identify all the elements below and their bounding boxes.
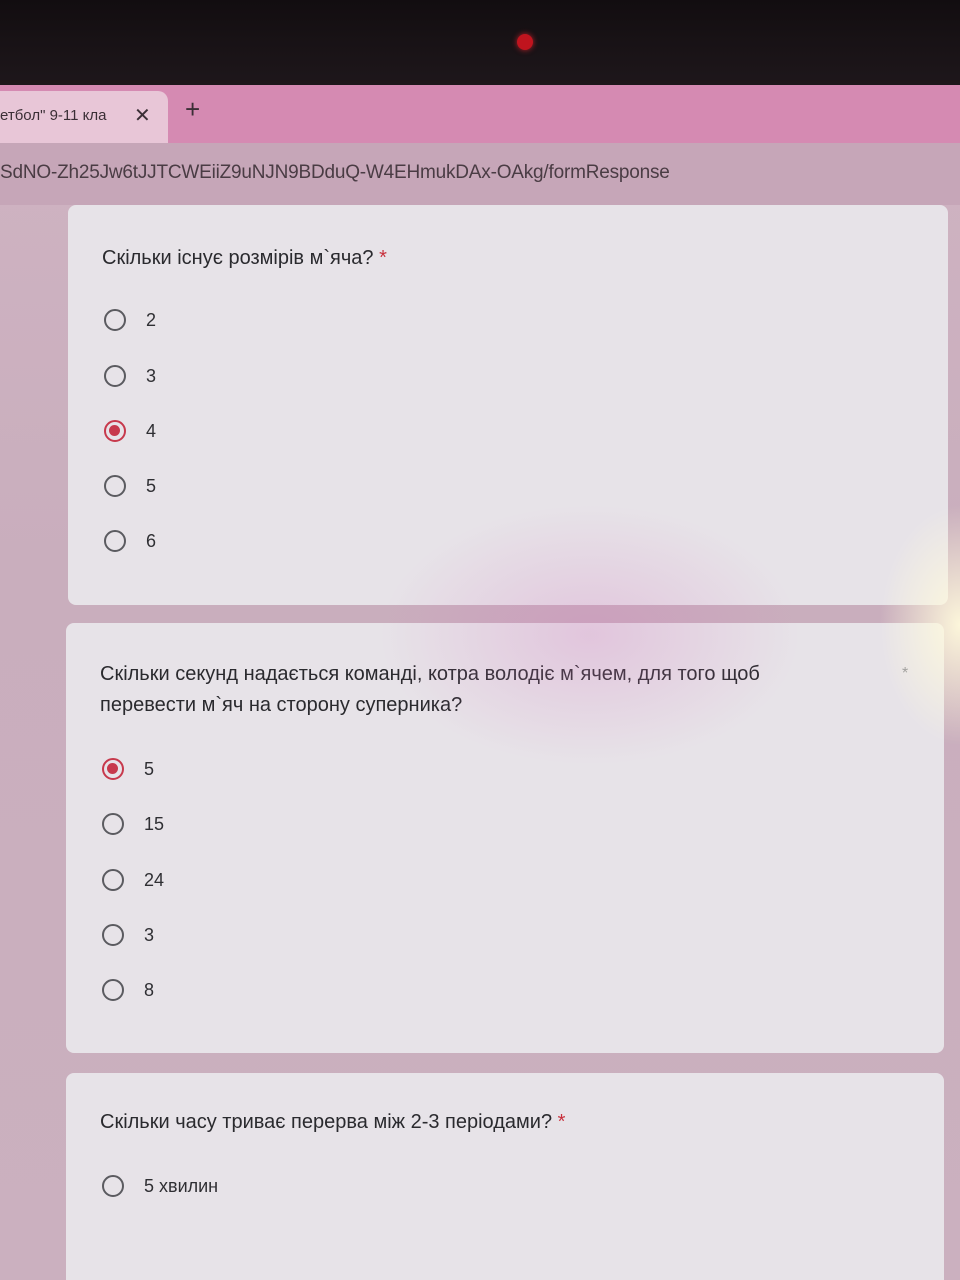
radio-button[interactable] bbox=[102, 924, 124, 946]
laptop-bezel bbox=[0, 0, 960, 85]
question-text-line-2: перевести м`яч на сторону суперника? bbox=[100, 694, 463, 716]
option-radio[interactable]: 15 bbox=[102, 813, 164, 835]
option-label: 5 bbox=[146, 475, 157, 496]
question-card-2: Скільки секунд надається команді, котра … bbox=[66, 623, 944, 1053]
option-label: 5 хвилин bbox=[144, 1175, 219, 1196]
option-radio[interactable]: 3 bbox=[104, 365, 156, 387]
radio-button[interactable] bbox=[102, 1175, 124, 1197]
option-label: 3 bbox=[146, 365, 157, 386]
required-marker: * bbox=[902, 665, 909, 682]
screen: етбол" 9-11 кла ✕ + SdNO-Zh25Jw6tJJTCWEi… bbox=[0, 85, 960, 1280]
question-text-line-1: Скільки секунд надається команді, котра … bbox=[100, 663, 760, 685]
url-text[interactable]: SdNO-Zh25Jw6tJJTCWEiiZ9uNJN9BDduQ-W4EHmu… bbox=[0, 162, 700, 184]
new-tab-button[interactable]: + bbox=[185, 94, 200, 125]
option-radio[interactable]: 3 bbox=[102, 924, 154, 946]
option-radio[interactable]: 5 bbox=[104, 475, 156, 497]
radio-button-checked[interactable] bbox=[102, 758, 124, 780]
option-label: 24 bbox=[144, 869, 165, 890]
radio-button[interactable] bbox=[102, 979, 124, 1001]
address-bar[interactable]: SdNO-Zh25Jw6tJJTCWEiiZ9uNJN9BDduQ-W4EHmu… bbox=[0, 143, 960, 205]
option-radio[interactable]: 5 хвилин bbox=[102, 1175, 218, 1197]
option-label: 4 bbox=[146, 420, 157, 441]
question-card-3: Скільки часу триває перерва між 2-3 пері… bbox=[66, 1073, 944, 1280]
browser-tab-bar: етбол" 9-11 кла ✕ + bbox=[0, 85, 960, 143]
option-radio[interactable]: 2 bbox=[104, 309, 156, 331]
close-tab-icon[interactable]: ✕ bbox=[134, 103, 151, 128]
question-card-1: Скільки існує розмірів м`яча? * 2 3 4 5 … bbox=[68, 205, 948, 605]
option-label: 2 bbox=[146, 309, 157, 330]
question-title-3: Скільки часу триває перерва між 2-3 пері… bbox=[100, 1107, 565, 1138]
radio-button[interactable] bbox=[104, 309, 126, 331]
radio-button[interactable] bbox=[102, 869, 124, 891]
required-marker: * bbox=[557, 1111, 566, 1133]
radio-button-checked[interactable] bbox=[104, 420, 126, 442]
option-label: 5 bbox=[144, 758, 155, 779]
question-title-1: Скільки існує розмірів м`яча? * bbox=[102, 243, 387, 274]
option-label: 8 bbox=[144, 979, 155, 1000]
option-radio[interactable]: 6 bbox=[104, 530, 156, 552]
option-label: 15 bbox=[144, 813, 165, 834]
tab-title: етбол" 9-11 кла bbox=[0, 107, 107, 124]
option-label: 6 bbox=[146, 530, 157, 551]
radio-button[interactable] bbox=[104, 530, 126, 552]
radio-button[interactable] bbox=[104, 475, 126, 497]
option-radio-selected[interactable]: 4 bbox=[104, 420, 156, 442]
webcam-indicator bbox=[517, 34, 533, 50]
question-title-2: Скільки секунд надається команді, котра … bbox=[100, 659, 880, 721]
browser-tab[interactable]: етбол" 9-11 кла ✕ bbox=[0, 91, 168, 143]
required-marker: * bbox=[379, 247, 387, 269]
question-text: Скільки існує розмірів м`яча? bbox=[102, 247, 374, 269]
option-radio-selected[interactable]: 5 bbox=[102, 758, 154, 780]
option-radio[interactable]: 24 bbox=[102, 869, 164, 891]
question-text: Скільки часу триває перерва між 2-3 пері… bbox=[100, 1111, 553, 1133]
radio-button[interactable] bbox=[102, 813, 124, 835]
option-label: 3 bbox=[144, 924, 155, 945]
option-radio[interactable]: 8 bbox=[102, 979, 154, 1001]
radio-button[interactable] bbox=[104, 365, 126, 387]
